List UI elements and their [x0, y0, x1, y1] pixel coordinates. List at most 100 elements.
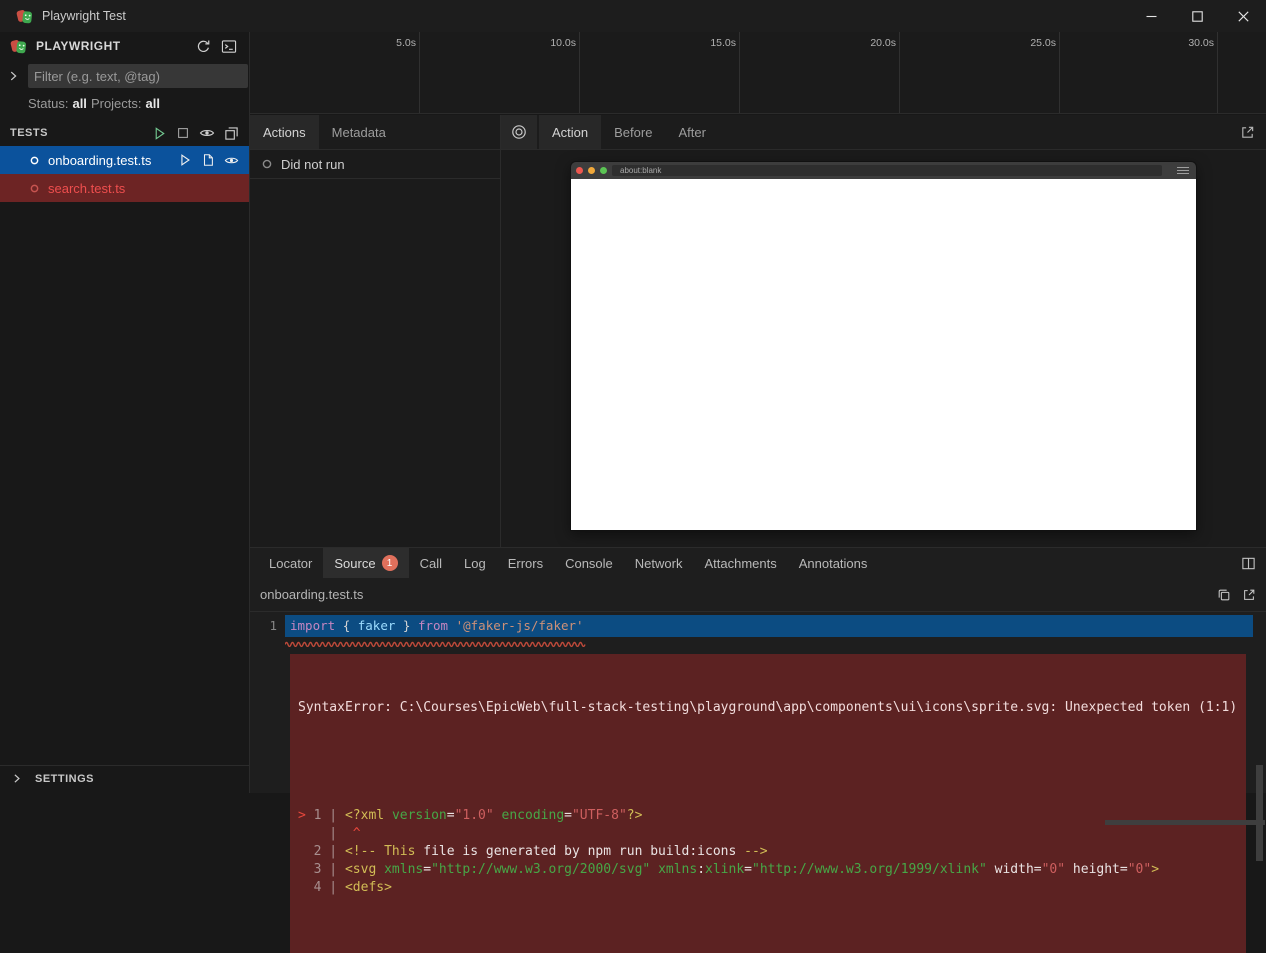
timeline-tick-label: 25.0s — [996, 37, 1056, 49]
tab-label: Annotations — [799, 556, 868, 571]
tab-label: Source — [334, 556, 375, 571]
tab-annotations[interactable]: Annotations — [788, 548, 879, 578]
details-tab-bar: Locator Source 1 Call Log Errors Console… — [250, 548, 1266, 578]
timeline-gridline — [1217, 32, 1218, 113]
tab-label: Metadata — [332, 125, 386, 140]
timeline-gridline — [579, 32, 580, 113]
minimize-button[interactable] — [1128, 0, 1174, 32]
tab-call[interactable]: Call — [409, 548, 453, 578]
tests-section-header: TESTS — [0, 120, 249, 146]
tab-metadata[interactable]: Metadata — [319, 115, 399, 149]
test-item-search[interactable]: search.test.ts — [0, 174, 249, 202]
filter-row — [0, 64, 249, 88]
timeline-tick-label: 20.0s — [836, 37, 896, 49]
traffic-light-yellow-icon — [588, 167, 595, 174]
traffic-light-green-icon — [600, 167, 607, 174]
minimize-icon — [1146, 11, 1157, 22]
status-circle-icon — [262, 159, 272, 169]
split-view-icon[interactable] — [1241, 556, 1256, 571]
error-squiggle — [285, 640, 588, 647]
test-item-onboarding[interactable]: onboarding.test.ts — [0, 146, 249, 174]
status-value[interactable]: all — [72, 96, 86, 111]
watch-test-icon[interactable] — [224, 153, 239, 168]
watch-all-icon[interactable] — [199, 125, 215, 141]
run-test-icon[interactable] — [178, 153, 192, 167]
line-number: 1 — [250, 615, 285, 637]
close-button[interactable] — [1220, 0, 1266, 32]
tab-label: Action — [552, 125, 588, 140]
sidebar: PLAYWRIGHT Status:all Projects:all TESTS — [0, 32, 250, 793]
browser-snapshot-window: about:blank — [571, 162, 1196, 530]
horizontal-scrollbar-thumb[interactable] — [1105, 820, 1265, 825]
tab-actions[interactable]: Actions — [250, 115, 319, 149]
chevron-right-icon[interactable] — [6, 69, 20, 83]
timeline[interactable]: 5.0s 10.0s 15.0s 20.0s 25.0s 30.0s — [250, 32, 1266, 114]
did-not-run-row: Did not run — [250, 150, 500, 179]
menu-icon — [1177, 167, 1189, 176]
window-title: Playwright Test — [42, 9, 126, 23]
close-icon — [1238, 11, 1249, 22]
tab-log[interactable]: Log — [453, 548, 497, 578]
snapshot-tab-bar: Action Before After — [501, 115, 1266, 150]
timeline-gridline — [1059, 32, 1060, 113]
tab-attachments[interactable]: Attachments — [693, 548, 787, 578]
reload-icon[interactable] — [196, 39, 211, 54]
tab-label: Console — [565, 556, 613, 571]
tab-label: Before — [614, 125, 652, 140]
maximize-button[interactable] — [1174, 0, 1220, 32]
vertical-scrollbar-thumb[interactable] — [1256, 765, 1263, 861]
playwright-logo-icon — [16, 7, 34, 25]
tab-network[interactable]: Network — [624, 548, 694, 578]
open-external-icon[interactable] — [1240, 125, 1255, 140]
browser-chrome: about:blank — [571, 162, 1196, 179]
tab-action[interactable]: Action — [539, 115, 601, 149]
test-item-label: search.test.ts — [48, 181, 125, 196]
timeline-tick-label: 5.0s — [356, 37, 416, 49]
status-row: Status:all Projects:all — [0, 92, 249, 114]
address-bar: about:blank — [612, 165, 1162, 176]
tab-errors[interactable]: Errors — [497, 548, 554, 578]
terminal-icon[interactable] — [221, 39, 237, 54]
error-code-frame: > 1 | <?xml version="1.0" encoding="UTF-… — [298, 807, 1238, 897]
run-all-icon[interactable] — [152, 126, 167, 141]
settings-title: SETTINGS — [35, 773, 94, 785]
source-line-code: import { faker } from '@faker-js/faker' — [285, 615, 1253, 637]
pick-locator-button[interactable] — [501, 115, 537, 149]
open-external-icon[interactable] — [1242, 588, 1256, 602]
source-code-view[interactable]: 1 import { faker } from '@faker-js/faker… — [250, 615, 1266, 826]
timeline-tick-label: 15.0s — [676, 37, 736, 49]
maximize-icon — [1192, 11, 1203, 22]
stop-icon[interactable] — [176, 126, 190, 140]
tab-label: Errors — [508, 556, 543, 571]
tab-label: Network — [635, 556, 683, 571]
tab-console[interactable]: Console — [554, 548, 624, 578]
settings-section-header[interactable]: SETTINGS — [0, 765, 249, 791]
tab-before[interactable]: Before — [601, 115, 665, 149]
traffic-light-red-icon — [576, 167, 583, 174]
error-message: SyntaxError: C:\Courses\EpicWeb\full-sta… — [298, 699, 1238, 717]
playwright-logo-icon — [10, 37, 28, 55]
filter-input[interactable] — [28, 64, 248, 88]
source-line-1: 1 import { faker } from '@faker-js/faker… — [250, 615, 1266, 637]
address-url: about:blank — [612, 165, 661, 176]
projects-value[interactable]: all — [146, 96, 160, 111]
tab-label: Attachments — [704, 556, 776, 571]
tab-locator[interactable]: Locator — [258, 548, 323, 578]
timeline-tick-label: 30.0s — [1154, 37, 1214, 49]
target-icon — [511, 124, 527, 140]
tab-label: Call — [420, 556, 442, 571]
copy-icon[interactable] — [1217, 588, 1231, 602]
tab-label: After — [678, 125, 705, 140]
test-status-circle-icon — [30, 184, 39, 193]
sidebar-title: PLAYWRIGHT — [36, 39, 121, 53]
tests-title: TESTS — [10, 127, 48, 139]
collapse-all-icon[interactable] — [224, 126, 239, 141]
test-item-label: onboarding.test.ts — [48, 153, 151, 168]
tab-after[interactable]: After — [665, 115, 718, 149]
projects-label: Projects: — [91, 96, 142, 111]
snapshot-page[interactable] — [571, 179, 1196, 530]
source-file-name: onboarding.test.ts — [260, 587, 363, 602]
timeline-gridline — [899, 32, 900, 113]
tab-source[interactable]: Source 1 — [323, 548, 408, 578]
open-source-icon[interactable] — [201, 153, 215, 167]
